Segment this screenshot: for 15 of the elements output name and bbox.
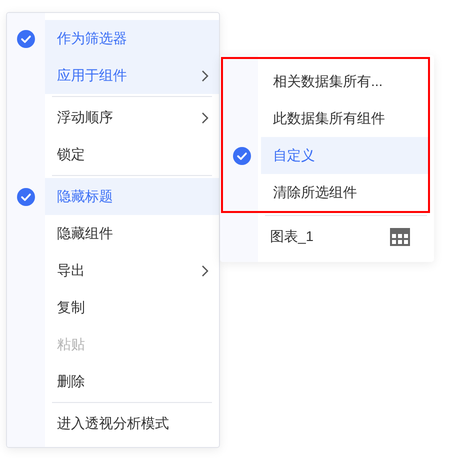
chevron-right-icon [201,70,209,82]
menu-item[interactable]: 复制 [7,289,219,326]
component-item[interactable]: 图表_1 [258,218,434,255]
menu-item[interactable]: 导出 [7,252,219,289]
table-icon [390,228,410,246]
menu-item[interactable]: 清除所选组件 [223,174,428,211]
menu-item[interactable]: 浮动顺序 [7,99,219,136]
chevron-right-icon [201,264,209,276]
menu-item[interactable]: 锁定 [7,136,219,173]
chevron-right-icon [201,112,209,124]
menu-item[interactable]: 此数据集所有组件 [223,100,428,137]
menu-item[interactable]: 删除 [7,363,219,400]
menu-item[interactable]: 进入透视分析模式 [7,405,219,442]
menu-item[interactable]: 隐藏组件 [7,215,219,252]
menu-item[interactable]: 相关数据集所有... [223,63,428,100]
